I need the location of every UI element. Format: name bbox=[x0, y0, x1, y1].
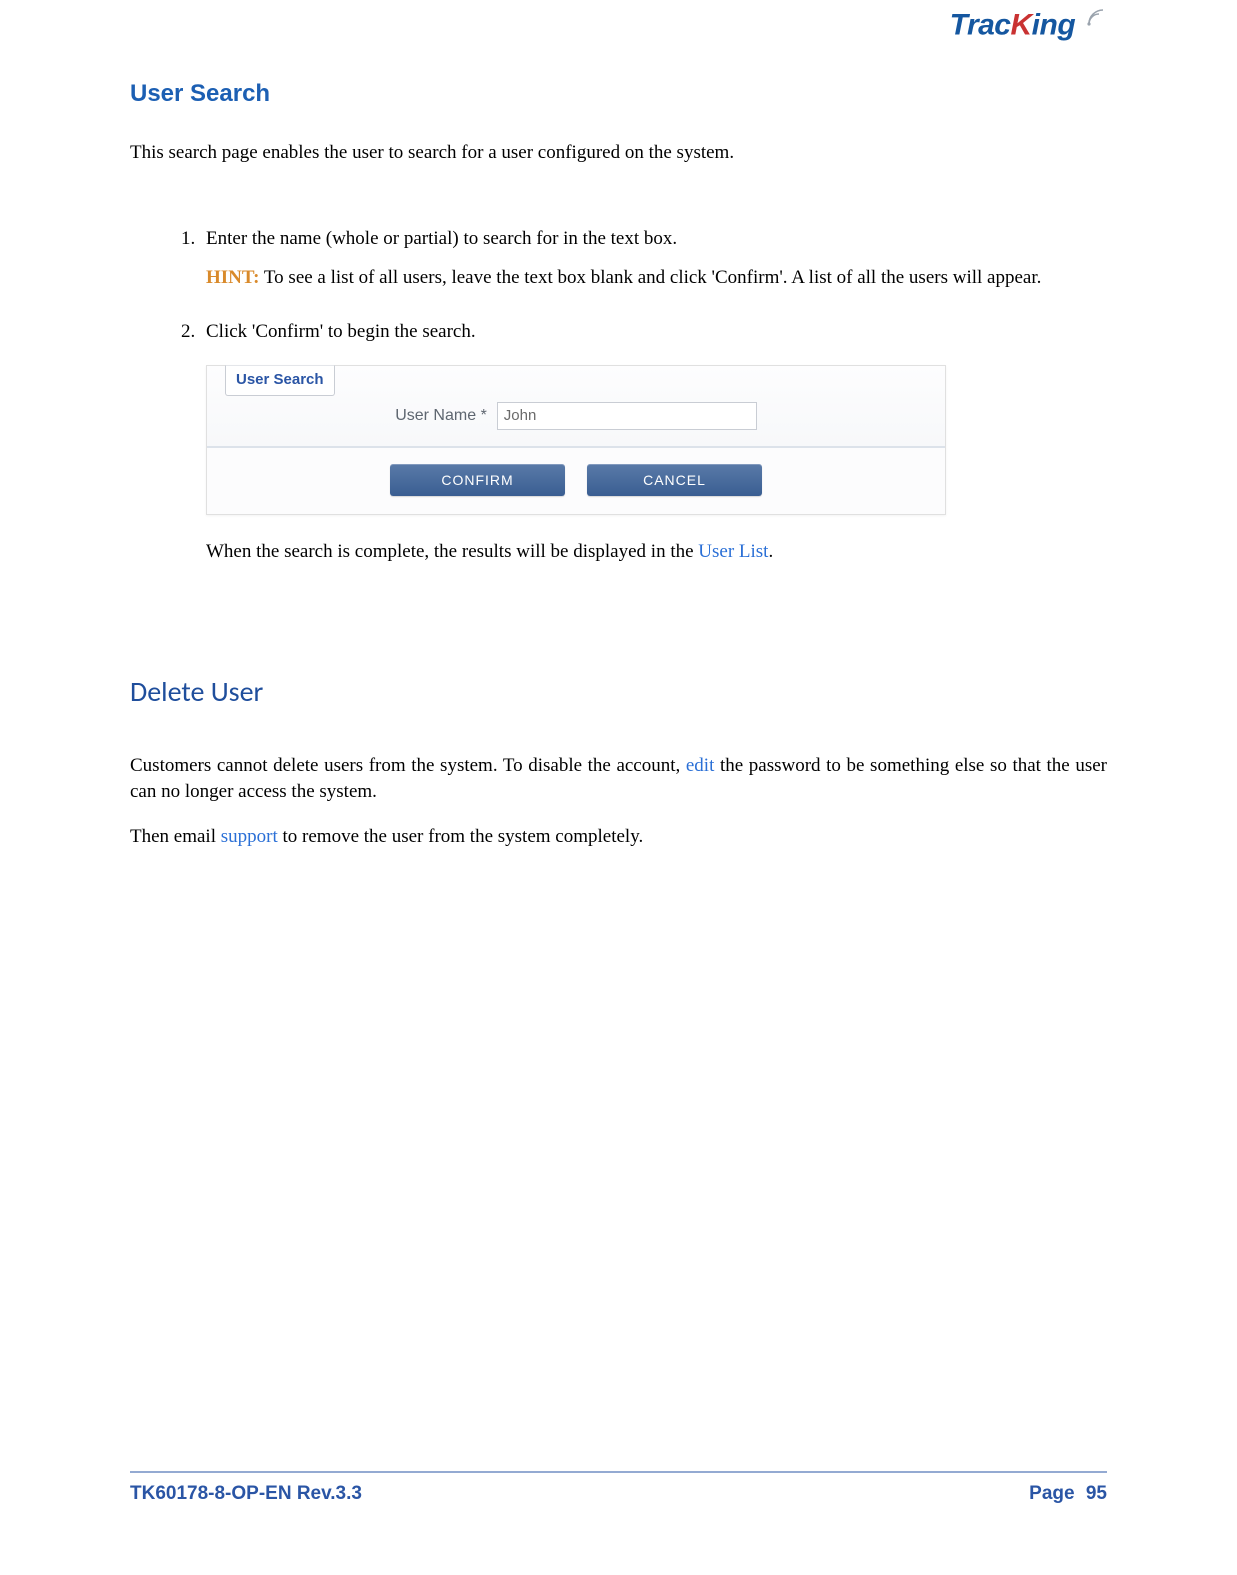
username-label: User Name * bbox=[395, 405, 487, 427]
fieldset-title: User Search bbox=[225, 365, 335, 396]
button-row: CONFIRM CANCEL bbox=[207, 448, 945, 514]
cancel-button[interactable]: CANCEL bbox=[587, 464, 762, 496]
hint-text: To see a list of all users, leave the te… bbox=[259, 267, 1041, 288]
delete-user-p2-pre: Then email bbox=[130, 826, 221, 847]
page-label: Page bbox=[1029, 1483, 1074, 1504]
step-2-text: Click 'Confirm' to begin the search. bbox=[206, 321, 476, 342]
delete-user-heading: Delete User bbox=[130, 674, 1107, 709]
confirm-button[interactable]: CONFIRM bbox=[390, 464, 565, 496]
support-link[interactable]: support bbox=[221, 826, 278, 847]
delete-user-p1: Customers cannot delete users from the s… bbox=[130, 753, 1107, 804]
user-list-link[interactable]: User List bbox=[698, 541, 768, 562]
results-note-post: . bbox=[768, 541, 773, 562]
user-search-widget: User Search User Name * CONFIRM CANCEL bbox=[206, 365, 946, 515]
step-2: Click 'Confirm' to begin the search. Use… bbox=[200, 319, 1107, 564]
results-note-pre: When the search is complete, the results… bbox=[206, 541, 698, 562]
logo-part-3: ing bbox=[1032, 8, 1076, 41]
logo-part-1: Trac bbox=[950, 8, 1011, 41]
page-indicator: Page 95 bbox=[1029, 1483, 1107, 1505]
steps-list: Enter the name (whole or partial) to sea… bbox=[170, 226, 1107, 565]
step-1-text: Enter the name (whole or partial) to sea… bbox=[206, 228, 677, 249]
user-search-heading: User Search bbox=[130, 80, 1107, 108]
results-note: When the search is complete, the results… bbox=[206, 539, 1107, 565]
username-input[interactable] bbox=[497, 402, 757, 430]
user-search-intro: This search page enables the user to sea… bbox=[130, 140, 1107, 166]
step-1: Enter the name (whole or partial) to sea… bbox=[200, 226, 1107, 291]
delete-user-p2-post: to remove the user from the system compl… bbox=[278, 826, 643, 847]
signal-icon bbox=[1085, 6, 1107, 33]
footer-rule bbox=[130, 1471, 1107, 1473]
page-footer: TK60178-8-OP-EN Rev.3.3 Page 95 bbox=[130, 1471, 1107, 1505]
fieldset: User Search User Name * bbox=[207, 366, 945, 448]
edit-link[interactable]: edit bbox=[686, 755, 715, 776]
username-label-text: User Name bbox=[395, 407, 476, 424]
doc-id: TK60178-8-OP-EN Rev.3.3 bbox=[130, 1483, 362, 1505]
delete-user-p1-pre: Customers cannot delete users from the s… bbox=[130, 755, 686, 776]
hint-block: HINT: To see a list of all users, leave … bbox=[206, 265, 1107, 291]
logo-part-2: K bbox=[1010, 8, 1031, 41]
brand-logo: TracKing bbox=[950, 6, 1107, 42]
delete-user-p2: Then email support to remove the user fr… bbox=[130, 824, 1107, 850]
hint-label: HINT: bbox=[206, 267, 259, 288]
required-mark: * bbox=[481, 407, 487, 424]
page-number: 95 bbox=[1086, 1483, 1107, 1504]
